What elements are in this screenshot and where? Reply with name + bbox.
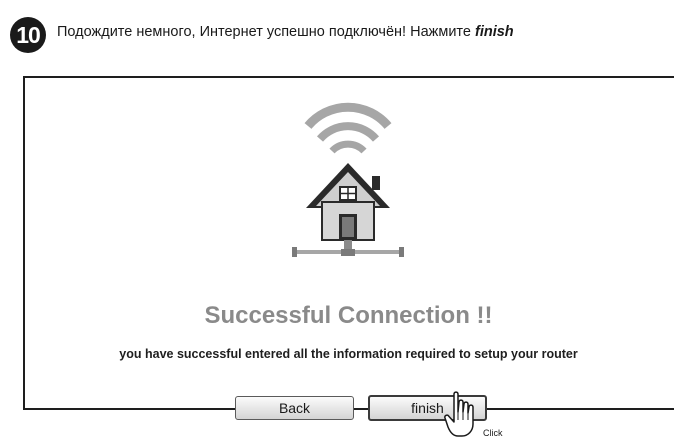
instruction-text: Подождите немного, Интернет успешно подк… [57, 24, 674, 40]
cursor-click-label: Click [483, 428, 503, 438]
back-button[interactable]: Back [235, 396, 354, 420]
house-wifi-illustration [292, 102, 404, 257]
network-icon [292, 240, 404, 257]
step-number-badge: 10 [10, 17, 46, 53]
wifi-signal-icon [304, 102, 392, 154]
instruction-emphasis: finish [475, 24, 514, 40]
instruction-body: Подождите немного, Интернет успешно подк… [57, 24, 475, 40]
hand-cursor-icon [444, 391, 474, 437]
success-description: you have successful entered all the info… [119, 347, 578, 361]
success-title: Successful Connection !! [204, 302, 493, 329]
house-icon [306, 163, 390, 241]
